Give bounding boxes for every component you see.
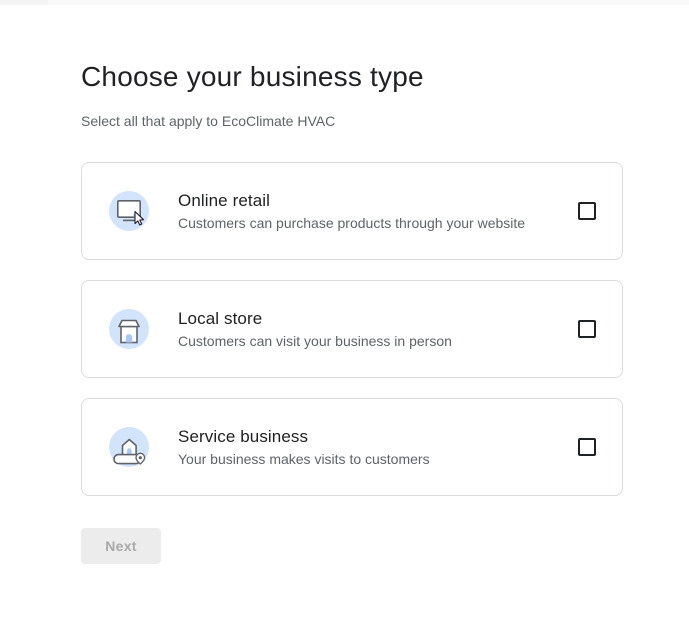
option-text-local-store: Local store Customers can visit your bus…: [178, 308, 578, 351]
house-location-pin-icon: [109, 427, 149, 467]
option-title: Local store: [178, 308, 263, 328]
option-text-online-retail: Online retail Customers can purchase pro…: [178, 190, 578, 233]
top-border-strip-segment: [0, 0, 48, 5]
page-title: Choose your business type: [81, 61, 424, 92]
online-retail-checkbox[interactable]: [578, 202, 596, 220]
option-card-service-business[interactable]: Service business Your business makes vis…: [81, 398, 623, 496]
option-description: Customers can visit your business in per…: [178, 332, 452, 349]
page-subtitle: Select all that apply to EcoClimate HVAC: [81, 113, 336, 129]
option-title: Online retail: [178, 190, 271, 210]
option-text-service-business: Service business Your business makes vis…: [178, 426, 578, 469]
next-button[interactable]: Next: [81, 528, 161, 564]
storefront-icon: [109, 309, 149, 349]
option-description: Customers can purchase products through …: [178, 214, 526, 231]
top-border-strip: [0, 0, 689, 5]
business-type-page: Choose your business type Select all tha…: [0, 60, 689, 564]
business-type-options: Online retail Customers can purchase pro…: [81, 162, 623, 496]
option-card-local-store[interactable]: Local store Customers can visit your bus…: [81, 280, 623, 378]
option-title: Service business: [178, 426, 309, 446]
option-description: Your business makes visits to customers: [178, 450, 430, 467]
service-business-checkbox[interactable]: [578, 438, 596, 456]
option-card-online-retail[interactable]: Online retail Customers can purchase pro…: [81, 162, 623, 260]
monitor-cursor-icon: [109, 191, 149, 231]
local-store-checkbox[interactable]: [578, 320, 596, 338]
